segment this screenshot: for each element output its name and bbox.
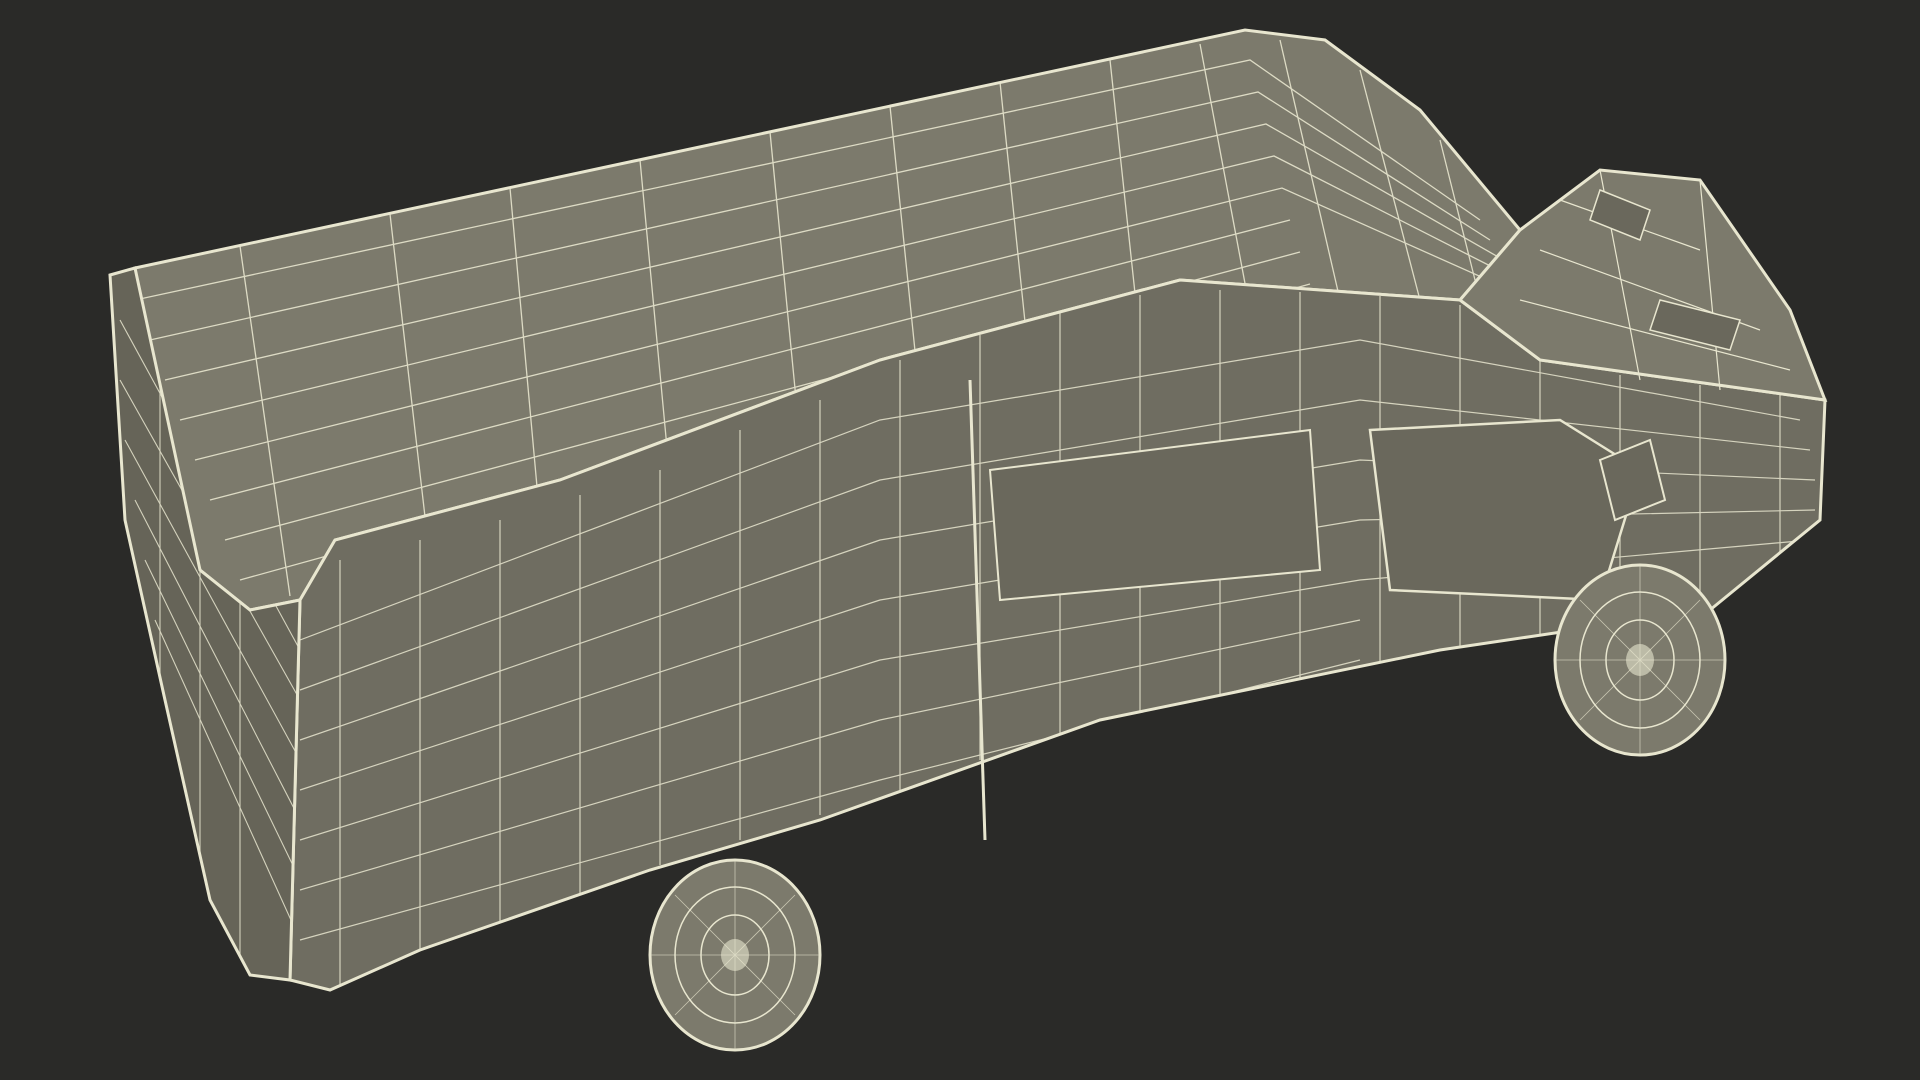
viewport-background (0, 0, 1920, 1080)
van-wireframe-render (108, 28, 1828, 1052)
cab-window (1368, 418, 1642, 602)
rear-wheel (648, 858, 822, 1052)
front-wheel (1553, 563, 1727, 757)
